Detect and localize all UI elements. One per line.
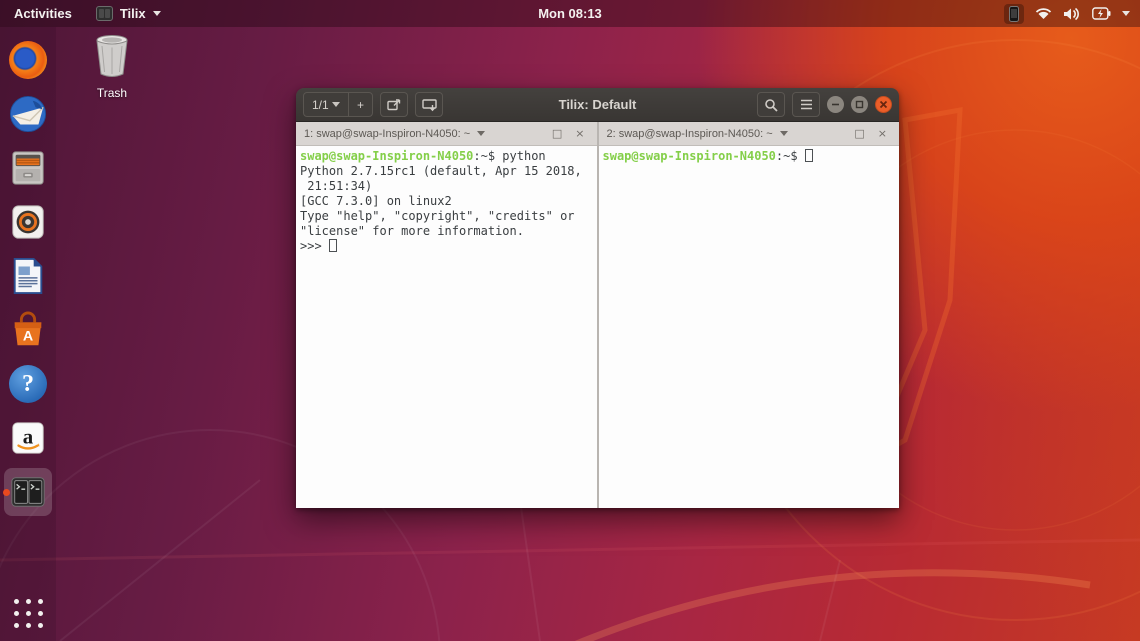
- command-text: python: [502, 149, 545, 163]
- pane-2-title: 2: swap@swap-Inspiron-N4050: ~: [607, 128, 773, 140]
- terminal-pane-2: 2: swap@swap-Inspiron-N4050: ~ □ × swap@…: [597, 122, 900, 508]
- ubuntu-software-icon: A: [9, 311, 47, 349]
- chevron-down-icon: [332, 102, 340, 107]
- dock-item-files[interactable]: [4, 144, 52, 192]
- dock-item-amazon[interactable]: a: [4, 414, 52, 462]
- pane-maximize-button[interactable]: □: [850, 128, 868, 139]
- tab-controls: 1/1 +: [303, 92, 373, 117]
- split-right-button[interactable]: [380, 92, 408, 117]
- firefox-icon: [9, 41, 47, 79]
- terminal-1-body[interactable]: swap@swap-Inspiron-N4050:~$ python Pytho…: [296, 146, 597, 508]
- rhythmbox-icon: [9, 203, 47, 241]
- pane-maximize-button[interactable]: □: [548, 128, 566, 139]
- pane-2-header[interactable]: 2: swap@swap-Inspiron-N4050: ~ □ ×: [599, 122, 900, 146]
- dock: A ? a: [0, 27, 56, 641]
- minimize-button[interactable]: [827, 96, 844, 113]
- trash-desktop-icon[interactable]: Trash: [84, 34, 140, 100]
- system-tray[interactable]: [1004, 0, 1130, 27]
- volume-icon: [1063, 7, 1081, 21]
- pane-close-button[interactable]: ×: [571, 128, 588, 139]
- trash-icon: [92, 34, 132, 78]
- files-icon: [9, 149, 47, 187]
- terminal-2-body[interactable]: swap@swap-Inspiron-N4050:~$: [599, 146, 900, 508]
- window-titlebar[interactable]: 1/1 + Tilix: Default: [296, 88, 899, 122]
- thunderbird-icon: [9, 95, 47, 133]
- amazon-icon: a: [9, 419, 47, 457]
- libreoffice-writer-icon: [9, 257, 47, 295]
- new-tab-button[interactable]: +: [349, 93, 372, 116]
- menu-button[interactable]: [792, 92, 820, 117]
- svg-text:a: a: [23, 425, 34, 449]
- close-button[interactable]: [875, 96, 892, 113]
- dock-item-ubuntu-software[interactable]: A: [4, 306, 52, 354]
- dock-item-libreoffice-writer[interactable]: [4, 252, 52, 300]
- terminal-cursor: [329, 239, 337, 252]
- top-bar: Activities Tilix Mon 08:13: [0, 0, 1140, 27]
- dock-item-tilix[interactable]: [4, 468, 52, 516]
- terminal-output-line: Type "help", "copyright", "credits" or: [300, 209, 593, 224]
- help-icon: ?: [9, 365, 47, 403]
- tilix-window: 1/1 + Tilix: Default: [296, 88, 899, 508]
- dock-item-rhythmbox[interactable]: [4, 198, 52, 246]
- split-down-button[interactable]: [415, 92, 443, 117]
- svg-text:A: A: [23, 328, 33, 344]
- chevron-down-icon[interactable]: [477, 131, 485, 136]
- phone-indicator-icon[interactable]: [1004, 4, 1024, 24]
- terminal-output-line: Python 2.7.15rc1 (default, Apr 15 2018,: [300, 164, 593, 179]
- prompt-line: swap@swap-Inspiron-N4050:~$ python: [300, 149, 593, 164]
- chevron-down-icon[interactable]: [780, 131, 788, 136]
- split-right-icon: [386, 97, 402, 112]
- tilix-icon: [9, 473, 47, 511]
- running-indicator: [3, 489, 10, 496]
- hamburger-menu-icon: [800, 99, 813, 110]
- pane-1-title: 1: swap@swap-Inspiron-N4050: ~: [304, 128, 470, 140]
- show-applications-button[interactable]: [12, 597, 44, 629]
- wifi-icon: [1035, 7, 1052, 20]
- dock-item-help[interactable]: ?: [4, 360, 52, 408]
- minimize-icon: [831, 100, 840, 109]
- dock-item-thunderbird[interactable]: [4, 90, 52, 138]
- prompt-line: swap@swap-Inspiron-N4050:~$: [603, 149, 896, 164]
- tab-selector[interactable]: 1/1: [304, 93, 348, 116]
- search-button[interactable]: [757, 92, 785, 117]
- pane-1-header[interactable]: 1: swap@swap-Inspiron-N4050: ~ □ ×: [296, 122, 597, 146]
- dock-item-firefox[interactable]: [4, 36, 52, 84]
- chevron-down-icon: [1122, 11, 1130, 16]
- maximize-button[interactable]: [851, 96, 868, 113]
- search-icon: [764, 98, 778, 112]
- terminal-output-line: 21:51:34): [300, 179, 593, 194]
- close-icon: [879, 100, 888, 109]
- split-down-icon: [421, 97, 438, 112]
- terminal-output-line: "license" for more information.: [300, 224, 593, 239]
- terminal-cursor: [805, 149, 813, 162]
- battery-icon: [1092, 7, 1111, 20]
- clock[interactable]: Mon 08:13: [0, 6, 1140, 21]
- repl-prompt-line: >>>: [300, 239, 593, 254]
- terminal-pane-1: 1: swap@swap-Inspiron-N4050: ~ □ × swap@…: [296, 122, 597, 508]
- pane-close-button[interactable]: ×: [874, 128, 891, 139]
- trash-label: Trash: [84, 86, 140, 100]
- maximize-icon: [855, 100, 864, 109]
- terminal-output-line: [GCC 7.3.0] on linux2: [300, 194, 593, 209]
